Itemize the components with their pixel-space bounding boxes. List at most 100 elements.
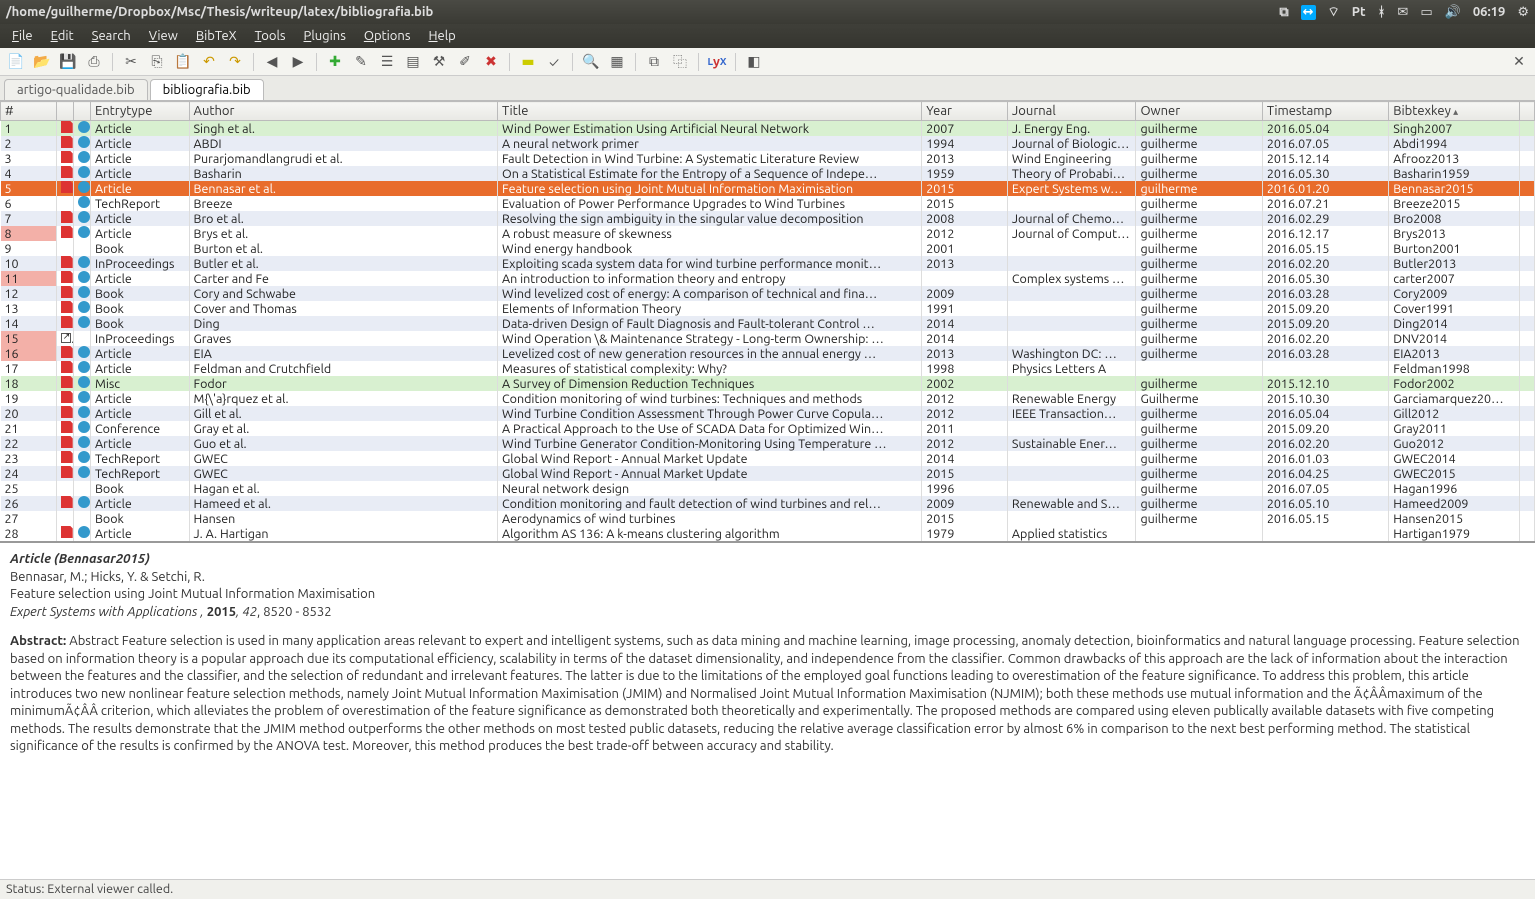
scrollbar[interactable] (1519, 466, 1534, 481)
scrollbar[interactable] (1519, 436, 1534, 451)
scrollbar[interactable] (1519, 151, 1534, 166)
new-entry-icon[interactable]: ✚ (323, 51, 347, 73)
table-row[interactable]: 15InProceedingsGravesWind Operation \& M… (1, 331, 1535, 346)
pdf-icon[interactable] (61, 286, 73, 298)
scrollbar[interactable] (1519, 361, 1534, 376)
undo-icon[interactable]: ↶ (197, 51, 221, 73)
pdf-icon[interactable] (61, 346, 73, 358)
url-icon[interactable] (78, 361, 90, 373)
scrollbar[interactable] (1519, 121, 1534, 137)
table-row[interactable]: 6TechReportBreezeEvaluation of Power Per… (1, 196, 1535, 211)
scrollbar[interactable] (1519, 226, 1534, 241)
table-row[interactable]: 21ConferenceGray et al.A Practical Appro… (1, 421, 1535, 436)
pdf-icon[interactable] (61, 316, 73, 328)
table-row[interactable]: 8ArticleBrys et al.A robust measure of s… (1, 226, 1535, 241)
table-row[interactable]: 5ArticleBennasar et al.Feature selection… (1, 181, 1535, 196)
tool1-icon[interactable]: ⚒ (427, 51, 451, 73)
pdf-icon[interactable] (61, 361, 73, 373)
battery-icon[interactable]: ▭ (1420, 5, 1432, 20)
volume-icon[interactable]: 🔊 (1445, 5, 1461, 20)
url-icon[interactable] (78, 256, 90, 268)
delete-icon[interactable]: ✖ (479, 51, 503, 73)
gear-icon[interactable]: ⚙ (1517, 5, 1529, 20)
col-entrytype[interactable]: Entrytype (90, 102, 189, 121)
url-icon[interactable] (78, 286, 90, 298)
scrollbar[interactable] (1519, 211, 1534, 226)
scrollbar[interactable] (1519, 271, 1534, 286)
menu-plugins[interactable]: Plugins (296, 27, 354, 45)
pdf-icon[interactable] (61, 121, 73, 133)
col-owner[interactable]: Owner (1136, 102, 1262, 121)
pdf-icon[interactable] (61, 136, 73, 148)
col-num[interactable]: # (1, 102, 57, 121)
table-row[interactable]: 9BookBurton et al.Wind energy handbook20… (1, 241, 1535, 256)
col-year[interactable]: Year (922, 102, 1008, 121)
url-icon[interactable] (78, 391, 90, 403)
table-row[interactable]: 3ArticlePurarjomandlangrudi et al.Fault … (1, 151, 1535, 166)
url-icon[interactable] (78, 496, 90, 508)
scrollbar[interactable] (1519, 286, 1534, 301)
menu-options[interactable]: Options (356, 27, 419, 45)
clock[interactable]: 06:19 (1473, 5, 1506, 19)
scrollbar[interactable] (1519, 406, 1534, 421)
col-url[interactable] (73, 102, 90, 121)
pdf-icon[interactable] (61, 166, 73, 178)
table-row[interactable]: 24TechReportGWECGlobal Wind Report - Ann… (1, 466, 1535, 481)
scrollbar[interactable] (1519, 526, 1534, 541)
table-row[interactable]: 4ArticleBasharinOn a Statistical Estimat… (1, 166, 1535, 181)
col-bibtexkey[interactable]: Bibtexkey (1389, 102, 1520, 121)
open-icon[interactable]: 📂 (30, 51, 54, 73)
url-icon[interactable] (78, 346, 90, 358)
menu-search[interactable]: Search (84, 27, 139, 45)
edit-strings-icon[interactable]: ☰ (375, 51, 399, 73)
save-icon[interactable]: 💾 (56, 51, 80, 73)
table-row[interactable]: 7ArticleBro et al.Resolving the sign amb… (1, 211, 1535, 226)
copy2-icon[interactable]: ⧉ (642, 51, 666, 73)
scrollbar[interactable] (1519, 316, 1534, 331)
url-icon[interactable] (78, 211, 90, 223)
tab-bibliografia[interactable]: bibliografia.bib (150, 79, 264, 100)
wifi-icon[interactable]: ⌔ (1328, 4, 1340, 20)
scrollbar[interactable] (1519, 391, 1534, 406)
scrollbar[interactable] (1519, 451, 1534, 466)
pdf-icon[interactable] (61, 256, 73, 268)
back-icon[interactable]: ◀ (260, 51, 284, 73)
menu-view[interactable]: View (141, 27, 186, 45)
table-row[interactable]: 12BookCory and SchwabeWind levelized cos… (1, 286, 1535, 301)
mail-icon[interactable]: ✉ (1397, 5, 1408, 20)
table-row[interactable]: 10InProceedingsButler et al.Exploiting s… (1, 256, 1535, 271)
lyx-icon[interactable]: LyX (705, 51, 729, 73)
table-row[interactable]: 22ArticleGuo et al.Wind Turbine Generato… (1, 436, 1535, 451)
col-timestamp[interactable]: Timestamp (1262, 102, 1388, 121)
url-icon[interactable] (78, 316, 90, 328)
url-icon[interactable] (78, 406, 90, 418)
tab-artigo[interactable]: artigo-qualidade.bib (4, 79, 148, 100)
pdf-icon[interactable] (61, 496, 73, 508)
table-row[interactable]: 26ArticleHameed et al.Condition monitori… (1, 496, 1535, 511)
url-icon[interactable] (78, 166, 90, 178)
pdf-icon[interactable] (61, 466, 73, 478)
pdf-icon[interactable] (61, 526, 73, 538)
url-icon[interactable] (78, 436, 90, 448)
dropbox-icon[interactable]: ⧉ (1279, 5, 1288, 20)
menu-tools[interactable]: Tools (247, 27, 294, 45)
edit-preamble-icon[interactable]: ▤ (401, 51, 425, 73)
pdf-icon[interactable] (61, 406, 73, 418)
scrollbar[interactable] (1519, 421, 1534, 436)
url-icon[interactable] (78, 376, 90, 388)
menu-edit[interactable]: Edit (43, 27, 82, 45)
scrollbar[interactable] (1519, 256, 1534, 271)
scrollbar[interactable] (1519, 376, 1534, 391)
external-icon[interactable] (61, 333, 71, 343)
scrollbar[interactable] (1519, 481, 1534, 496)
pdf-icon[interactable] (61, 226, 73, 238)
scrollbar[interactable] (1519, 136, 1534, 151)
close-tab-icon[interactable]: ✕ (1507, 51, 1531, 73)
url-icon[interactable] (78, 181, 90, 193)
pdf-icon[interactable] (61, 421, 73, 433)
tool2-icon[interactable]: ✐ (453, 51, 477, 73)
search-icon[interactable]: 🔍 (579, 51, 603, 73)
table-row[interactable]: 19ArticleM{\'a}rquez et al.Condition mon… (1, 391, 1535, 406)
save-all-icon[interactable]: ⎙ (82, 51, 106, 73)
scrollbar[interactable] (1519, 511, 1534, 526)
